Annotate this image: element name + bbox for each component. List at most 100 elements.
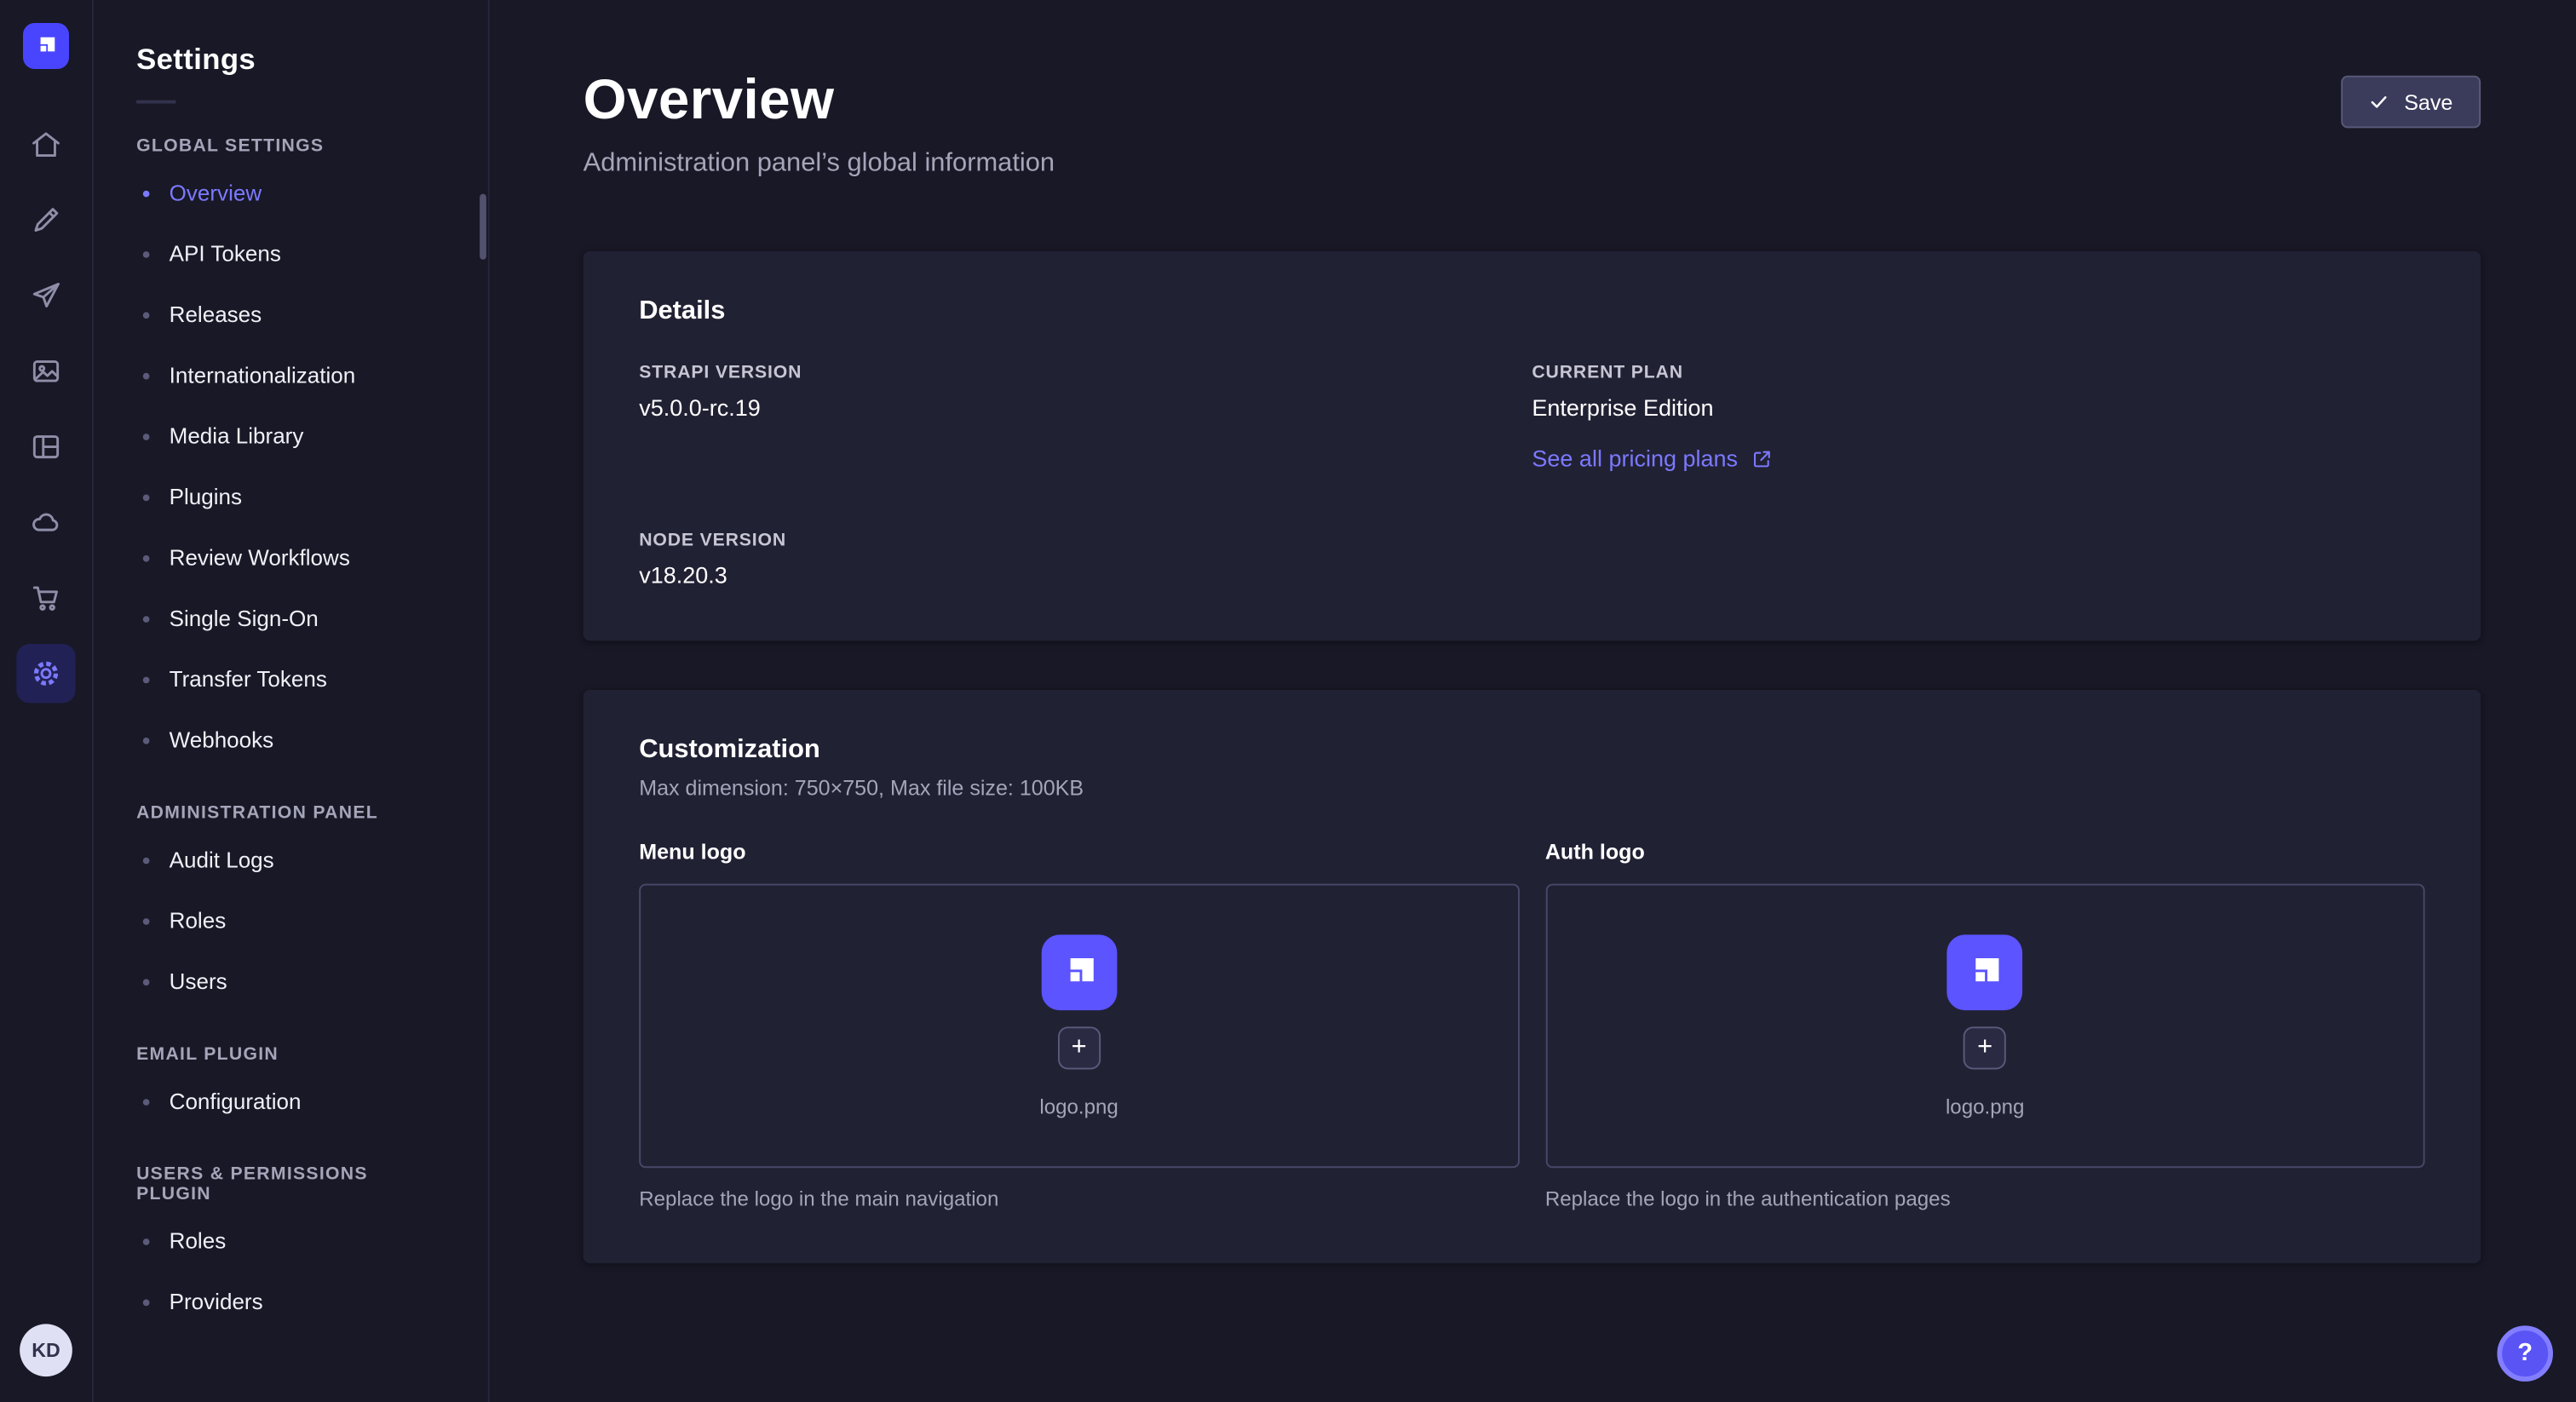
menu-logo-upload: Menu logo + logo.png Replace the logo in… (639, 839, 1519, 1210)
subnav-item-review-workflows[interactable]: Review Workflows (94, 527, 488, 588)
section-heading-administration-panel: ADMINISTRATION PANEL (136, 803, 446, 823)
strapi-version-label: STRAPI VERSION (639, 363, 1532, 382)
nav-item-label: Webhooks (170, 724, 274, 756)
auth-logo-filename: logo.png (1946, 1095, 2025, 1118)
nav-item-label: Transfer Tokens (170, 664, 327, 695)
menu-logo-label: Menu logo (639, 839, 1519, 864)
settings-subnav: Settings GLOBAL SETTINGS Overview API To… (94, 0, 490, 1402)
cloud-icon[interactable] (16, 493, 75, 552)
subnav-item-audit-logs[interactable]: Audit Logs (94, 830, 488, 890)
auth-logo-label: Auth logo (1545, 839, 2425, 864)
auth-logo-hint: Replace the logo in the authentication p… (1545, 1187, 2425, 1210)
bullet-icon (143, 311, 150, 318)
nav-item-label: Audit Logs (170, 844, 274, 876)
subnav-scrollbar[interactable] (480, 194, 486, 260)
subnav-item-overview[interactable]: Overview (94, 163, 488, 223)
strapi-logo-glyph (33, 33, 60, 60)
save-button[interactable]: Save (2342, 76, 2481, 129)
customization-card-title: Customization (639, 736, 2424, 766)
bullet-icon (143, 250, 150, 257)
auth-logo-upload: Auth logo + logo.png Replace the logo in… (1545, 839, 2425, 1210)
subnav-item-releases[interactable]: Releases (94, 284, 488, 345)
bullet-icon (143, 676, 150, 683)
subnav-item-up-roles[interactable]: Roles (94, 1210, 488, 1271)
add-auth-logo-button[interactable]: + (1964, 1026, 2006, 1068)
menu-logo-dropzone[interactable]: + logo.png (639, 884, 1519, 1169)
pricing-plans-link[interactable]: See all pricing plans (1532, 445, 1772, 472)
pen-icon[interactable] (16, 191, 75, 250)
section-heading-global-settings: GLOBAL SETTINGS (136, 136, 446, 156)
nav-item-label: Roles (170, 905, 227, 937)
strapi-logo-glyph (1964, 951, 2006, 993)
nav-item-label: Single Sign-On (170, 603, 319, 635)
bullet-icon (143, 1238, 150, 1244)
section-heading-users-permissions-plugin: USERS & PERMISSIONS PLUGIN (136, 1164, 446, 1204)
nav-item-label: Releases (170, 299, 262, 330)
customization-card: Customization Max dimension: 750×750, Ma… (584, 690, 2481, 1263)
node-version-value: v18.20.3 (639, 562, 1532, 589)
home-icon[interactable] (16, 115, 75, 174)
bullet-icon (143, 1098, 150, 1105)
menu-logo-filename: logo.png (1039, 1095, 1118, 1118)
subnav-item-webhooks[interactable]: Webhooks (94, 710, 488, 770)
bullet-icon (143, 737, 150, 744)
bullet-icon (143, 857, 150, 864)
subnav-item-internationalization[interactable]: Internationalization (94, 345, 488, 405)
details-card-title: Details (639, 297, 2424, 327)
app-window: KD Settings GLOBAL SETTINGS Overview API… (0, 0, 2576, 1402)
page-subtitle: Administration panel’s global informatio… (584, 149, 1055, 179)
strapi-logo-glyph (1058, 951, 1101, 993)
help-button[interactable]: ? (2497, 1324, 2553, 1381)
auth-logo-dropzone[interactable]: + logo.png (1545, 884, 2425, 1169)
strapi-logo[interactable] (23, 23, 69, 69)
subnav-item-admin-roles[interactable]: Roles (94, 890, 488, 951)
logo-uploads: Menu logo + logo.png Replace the logo in… (639, 839, 2424, 1210)
nav-item-label: Users (170, 966, 227, 997)
cart-icon[interactable] (16, 568, 75, 627)
pricing-plans-link-label: See all pricing plans (1532, 445, 1738, 472)
menu-logo-hint: Replace the logo in the main navigation (639, 1187, 1519, 1210)
bullet-icon (143, 615, 150, 622)
bullet-icon (143, 917, 150, 924)
layout-icon[interactable] (16, 417, 75, 476)
subnav-item-providers[interactable]: Providers (94, 1272, 488, 1332)
bullet-icon (143, 190, 150, 197)
main-nav-rail: KD (0, 0, 94, 1402)
current-plan-field: CURRENT PLAN Enterprise Edition See all … (1532, 363, 2424, 474)
subnav-item-plugins[interactable]: Plugins (94, 467, 488, 527)
paper-plane-icon[interactable] (16, 266, 75, 325)
main-content: Overview Administration panel’s global i… (490, 0, 2576, 1402)
bullet-icon (143, 978, 150, 985)
nav-item-label: Plugins (170, 481, 242, 513)
subnav-item-media-library[interactable]: Media Library (94, 405, 488, 466)
current-plan-value: Enterprise Edition (1532, 394, 2424, 421)
nav-item-label: Configuration (170, 1086, 302, 1118)
details-fields: STRAPI VERSION v5.0.0-rc.19 CURRENT PLAN… (639, 363, 2424, 588)
nav-item-label: Media Library (170, 421, 304, 452)
settings-gear-icon[interactable] (16, 644, 75, 703)
details-card: Details STRAPI VERSION v5.0.0-rc.19 CURR… (584, 251, 2481, 641)
subnav-item-single-sign-on[interactable]: Single Sign-On (94, 588, 488, 648)
node-version-field: NODE VERSION v18.20.3 (639, 531, 1532, 589)
menu-logo-preview (1041, 934, 1117, 1009)
auth-logo-preview (1947, 934, 2023, 1009)
subnav-item-api-tokens[interactable]: API Tokens (94, 223, 488, 284)
subnav-item-configuration[interactable]: Configuration (94, 1071, 488, 1131)
title-divider (136, 101, 175, 104)
media-icon[interactable] (16, 342, 75, 400)
add-menu-logo-button[interactable]: + (1058, 1026, 1101, 1068)
nav-item-label: Internationalization (170, 359, 356, 391)
current-plan-label: CURRENT PLAN (1532, 363, 2424, 382)
subnav-item-transfer-tokens[interactable]: Transfer Tokens (94, 649, 488, 710)
external-link-icon (1751, 448, 1772, 469)
nav-item-label: API Tokens (170, 238, 281, 270)
nav-item-label: Roles (170, 1226, 227, 1257)
user-avatar[interactable]: KD (20, 1323, 72, 1376)
strapi-version-value: v5.0.0-rc.19 (639, 394, 1532, 421)
nav-item-label: Providers (170, 1286, 263, 1318)
page-title: Overview (584, 69, 1055, 133)
strapi-version-field: STRAPI VERSION v5.0.0-rc.19 (639, 363, 1532, 474)
page-header: Overview Administration panel’s global i… (584, 69, 2481, 179)
subnav-item-users[interactable]: Users (94, 951, 488, 1012)
bullet-icon (143, 554, 150, 561)
